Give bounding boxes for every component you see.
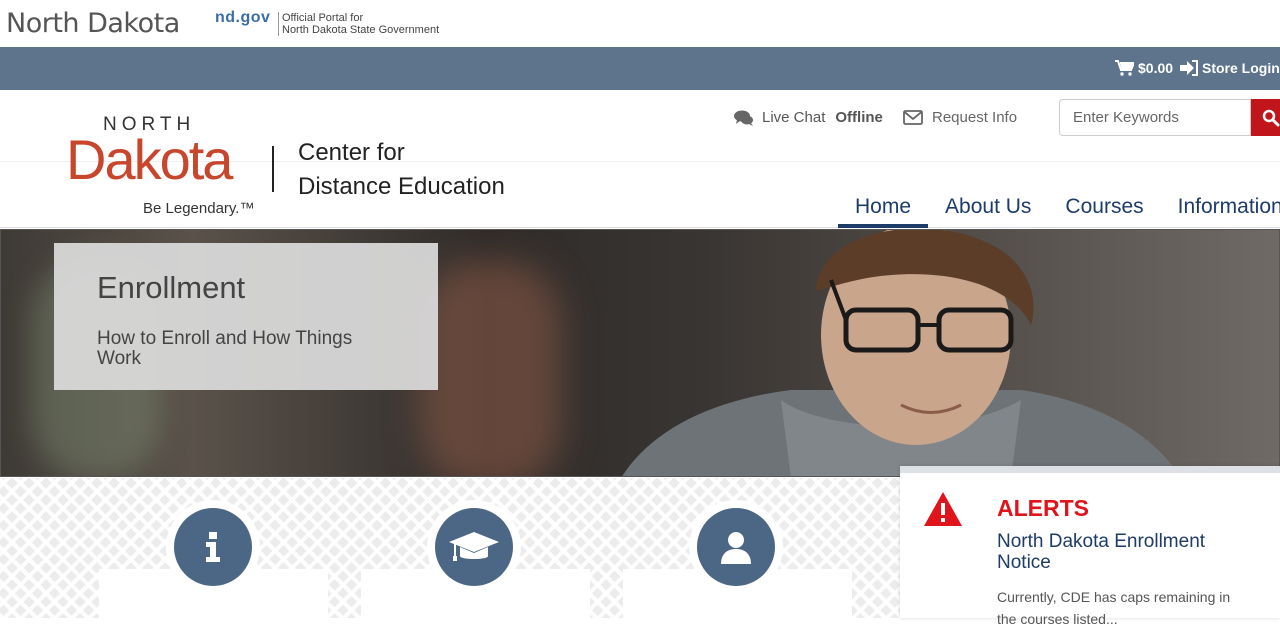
live-chat-status: Offline bbox=[835, 109, 883, 126]
info-circle[interactable] bbox=[166, 500, 260, 594]
search-bar bbox=[1059, 99, 1280, 136]
chat-bubbles-icon bbox=[734, 110, 753, 126]
user-circle[interactable] bbox=[689, 500, 783, 594]
hero-background-blur bbox=[421, 260, 561, 476]
cart-button[interactable]: $0.00 bbox=[1115, 60, 1173, 76]
site-header: NORTH Dakota Be Legendary.™ Center for D… bbox=[0, 90, 1280, 228]
store-bar: $0.00 Store Login bbox=[0, 47, 1280, 90]
logo-tagline: Be Legendary.™ bbox=[143, 200, 255, 217]
logo-separator bbox=[272, 146, 274, 192]
main-nav: Home About Us Courses Information bbox=[838, 192, 1280, 228]
sign-in-icon bbox=[1180, 60, 1198, 76]
store-login-label: Store Login bbox=[1202, 60, 1280, 76]
ndgov-logo[interactable]: nd.gov bbox=[215, 9, 270, 27]
envelope-icon bbox=[903, 110, 923, 125]
info-circle-inner bbox=[174, 508, 252, 586]
org-name-line1: Center for bbox=[298, 139, 405, 166]
nd-portal-bar: North Dakota nd.gov Official Portal for … bbox=[0, 0, 1280, 47]
logo-dakota: Dakota bbox=[66, 128, 233, 191]
search-icon bbox=[1262, 109, 1280, 126]
ndgov-tagline: Official Portal for North Dakota State G… bbox=[278, 12, 439, 36]
info-icon bbox=[206, 532, 220, 562]
graduation-circle[interactable] bbox=[427, 500, 521, 594]
nd-logo[interactable]: NORTH Dakota Be Legendary.™ bbox=[66, 114, 256, 224]
search-button[interactable] bbox=[1251, 99, 1280, 136]
warning-triangle-icon bbox=[924, 492, 962, 526]
user-icon bbox=[721, 532, 751, 564]
portal-state-name[interactable]: North Dakota bbox=[6, 8, 180, 39]
search-input[interactable] bbox=[1059, 99, 1251, 136]
hero-student-photo bbox=[622, 230, 1180, 476]
org-name-line2: Distance Education bbox=[298, 173, 505, 200]
shopping-cart-icon bbox=[1115, 60, 1134, 76]
hero-card: Enrollment How to Enroll and How Things … bbox=[54, 243, 438, 390]
request-info-link[interactable]: Request Info bbox=[903, 109, 1017, 126]
live-chat-link[interactable]: Live Chat Offline bbox=[734, 109, 883, 126]
alert-notice-body: Currently, CDE has caps remaining in the… bbox=[997, 589, 1231, 627]
hero-title: Enrollment bbox=[97, 270, 246, 305]
cart-total: $0.00 bbox=[1138, 60, 1174, 76]
nav-information[interactable]: Information bbox=[1161, 192, 1280, 228]
alert-notice-title[interactable]: North Dakota Enrollment Notice bbox=[997, 531, 1237, 573]
alerts-panel: ALERTS North Dakota Enrollment Notice Cu… bbox=[900, 466, 1280, 627]
user-circle-inner bbox=[697, 508, 775, 586]
hero-subtitle: How to Enroll and How Things Work bbox=[97, 328, 353, 369]
nav-courses[interactable]: Courses bbox=[1048, 192, 1160, 228]
live-chat-label: Live Chat bbox=[762, 109, 826, 126]
nav-home[interactable]: Home bbox=[838, 192, 929, 228]
org-name[interactable]: Center for Distance Education bbox=[298, 136, 505, 204]
nav-about-us[interactable]: About Us bbox=[928, 192, 1048, 228]
ndgov-tagline-line1: Official Portal for bbox=[282, 12, 364, 24]
ndgov-tagline-line2: North Dakota State Government bbox=[282, 24, 440, 36]
graduation-cap-icon bbox=[449, 532, 499, 561]
alerts-heading: ALERTS bbox=[997, 495, 1089, 521]
request-info-label: Request Info bbox=[932, 109, 1018, 126]
graduation-circle-inner bbox=[435, 508, 513, 586]
store-login-link[interactable]: Store Login bbox=[1180, 60, 1280, 76]
